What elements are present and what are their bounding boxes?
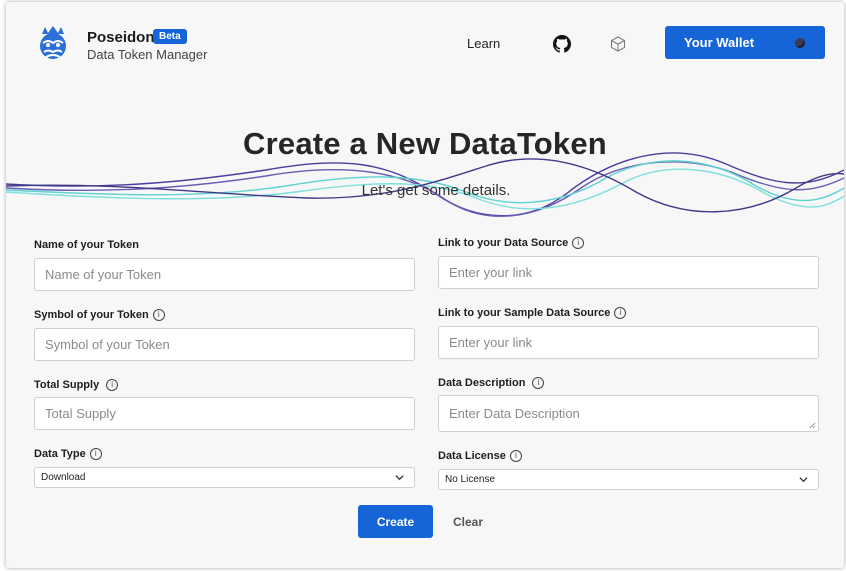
info-icon[interactable]: i [509,450,522,462]
data-type-value: Download [41,472,86,483]
sample-source-label: Link to your Sample Data Source i [438,307,627,319]
sample-source-placeholder: Enter your link [449,335,533,350]
data-source-input[interactable]: Enter your link [438,256,819,289]
info-icon[interactable]: i [152,309,165,321]
poseidon-logo-icon [40,26,66,59]
beta-badge: Beta [153,29,187,44]
data-source-label: Link to your Data Source i [438,237,585,249]
data-description-placeholder: Enter Data Description [449,406,580,421]
data-description-label: Data Description i [438,377,545,389]
token-name-label: Name of your Token [34,239,139,251]
clear-button[interactable]: Clear [453,515,483,529]
cube-icon[interactable] [610,36,626,52]
resize-handle-icon[interactable] [809,422,816,429]
app-window: Poseidon Beta Data Token Manager Learn Y… [6,2,844,568]
token-symbol-label: Symbol of your Token i [34,309,165,321]
data-license-label: Data License i [438,450,522,462]
github-icon[interactable] [553,35,571,53]
data-license-select[interactable]: No License [438,469,819,490]
data-type-select[interactable]: Download [34,467,415,488]
create-button[interactable]: Create [358,505,433,538]
page-title: Create a New DataToken [243,126,607,161]
info-icon[interactable]: i [532,377,545,389]
token-name-placeholder: Name of your Token [45,267,162,282]
wallet-label: Your Wallet [684,35,755,50]
data-source-placeholder: Enter your link [449,265,533,280]
token-symbol-placeholder: Symbol of your Token [45,337,170,352]
info-icon[interactable]: i [614,307,627,319]
sample-source-input[interactable]: Enter your link [438,326,819,359]
nav-learn-link[interactable]: Learn [467,36,500,51]
data-type-label: Data Type i [34,448,102,460]
total-supply-label: Total Supply i [34,379,119,391]
chevron-down-icon [799,477,808,483]
data-license-value: No License [445,474,496,485]
page-subtitle: Let's get some details. [361,182,511,199]
total-supply-placeholder: Total Supply [45,406,116,421]
brand-subtitle: Data Token Manager [87,47,208,62]
wallet-button[interactable]: Your Wallet [665,26,825,59]
info-icon[interactable]: i [89,448,102,460]
brand-name: Poseidon [87,29,155,46]
info-icon[interactable]: i [572,237,585,249]
info-icon[interactable]: i [106,379,119,391]
token-name-input[interactable]: Name of your Token [34,258,415,291]
chevron-down-icon [395,475,404,481]
total-supply-input[interactable]: Total Supply [34,397,415,430]
token-symbol-input[interactable]: Symbol of your Token [34,328,415,361]
data-description-textarea[interactable]: Enter Data Description [438,395,819,432]
wallet-avatar-icon [795,38,805,48]
